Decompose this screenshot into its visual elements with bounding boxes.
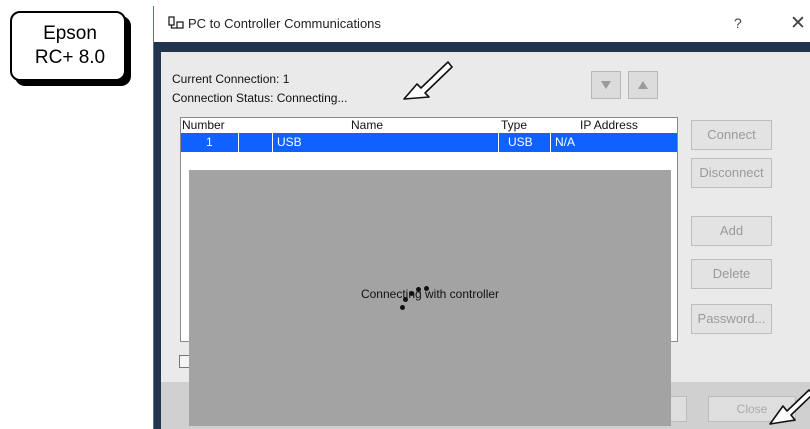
callout-line-2: RC+ 8.0 (34, 47, 106, 68)
column-divider (550, 133, 551, 152)
column-divider (272, 133, 273, 152)
column-header-number[interactable]: Number (182, 118, 225, 132)
title-bar: PC to Controller Communications ? ✕ (154, 6, 810, 42)
cell-ip-address: N/A (555, 135, 576, 149)
table-header: Number Name Type IP Address (181, 118, 677, 133)
column-header-ip-address[interactable]: IP Address (580, 118, 638, 132)
cell-type: USB (508, 135, 533, 149)
status-pointer-arrow-icon (403, 61, 453, 100)
connection-status-label: Connection Status: Connecting... (172, 91, 348, 105)
callout-box: Epson RC+ 8.0 (10, 11, 126, 81)
column-divider (238, 133, 239, 152)
delete-button[interactable]: Delete (691, 259, 772, 289)
add-button[interactable]: Add (691, 216, 772, 246)
close-pointer-arrow-icon (769, 389, 810, 425)
window-close-button[interactable]: ✕ (790, 12, 806, 35)
communications-window: PC to Controller Communications ? ✕ Curr… (153, 6, 810, 429)
current-connection-label: Current Connection: 1 (172, 72, 290, 86)
cell-name: USB (277, 135, 302, 149)
column-header-name[interactable]: Name (351, 118, 383, 132)
table-row[interactable]: 1 USB USB N/A (181, 133, 677, 152)
connect-button[interactable]: Connect (691, 120, 772, 150)
callout-line-1: Epson (43, 23, 97, 44)
column-divider (498, 133, 499, 152)
move-up-button[interactable] (628, 71, 658, 99)
window-title: PC to Controller Communications (188, 16, 381, 31)
connecting-message: Connecting with controller (360, 287, 500, 301)
cell-number: 1 (206, 135, 213, 149)
column-header-type[interactable]: Type (501, 118, 527, 132)
triangle-up-icon (638, 81, 648, 89)
triangle-down-icon (601, 81, 611, 89)
disconnect-button[interactable]: Disconnect (691, 158, 772, 188)
version-callout: Epson RC+ 8.0 (10, 11, 134, 89)
help-button[interactable]: ? (734, 15, 742, 31)
pc-controller-icon (168, 16, 184, 29)
connecting-overlay: Connecting with controller (189, 170, 671, 426)
dialog-body: Current Connection: 1 Connection Status:… (161, 52, 810, 429)
move-down-button[interactable] (591, 71, 621, 99)
password-button[interactable]: Password... (691, 304, 772, 334)
